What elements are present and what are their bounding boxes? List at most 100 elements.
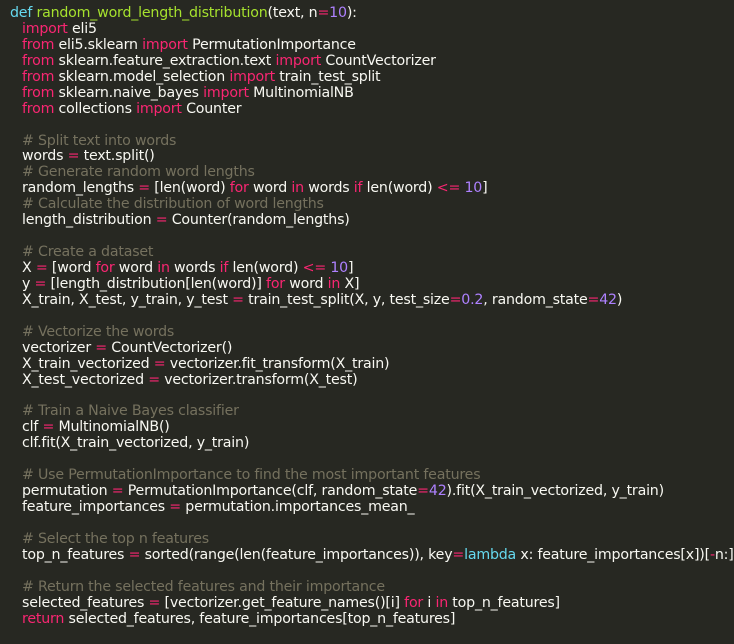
code-comment: # Split text into words <box>22 132 177 149</box>
code-token: CountVectorizer <box>321 52 436 69</box>
code-token: x: feature_importances[x])[ <box>516 546 710 563</box>
code-token: from <box>22 36 55 53</box>
code-token: import <box>229 68 275 85</box>
code-token: word <box>114 260 158 276</box>
code-editor[interactable]: def random_word_length_distribution(text… <box>0 0 734 644</box>
code-token: from <box>22 100 55 117</box>
code-token: in <box>327 275 341 292</box>
code-token: sklearn.naive_bayes <box>54 84 204 101</box>
code-line: selected_features = [vectorizer.get_feat… <box>10 594 734 612</box>
code-token: train_test_split <box>275 68 381 85</box>
code-line: X = [word for word in words if len(word)… <box>10 260 734 277</box>
code-token: in <box>435 594 448 611</box>
code-token: <= <box>436 180 461 197</box>
code-token: <= <box>302 260 327 276</box>
code-line: def random_word_length_distribution(text… <box>10 5 734 22</box>
code-line: from collections import Counter <box>10 100 734 118</box>
code-token: ): <box>346 5 357 21</box>
code-token: words <box>303 180 354 197</box>
code-token: text.split() <box>79 148 155 165</box>
code-token: if <box>219 260 229 276</box>
code-line: X_test_vectorized = vectorizer.transform… <box>10 371 734 389</box>
code-token: vectorizer <box>22 339 96 356</box>
code-token: = <box>138 180 150 197</box>
code-token: = <box>317 5 330 21</box>
code-token: = <box>35 260 48 276</box>
code-comment: # Use PermutationImportance to find the … <box>22 467 481 484</box>
code-token: import <box>136 100 182 117</box>
code-comment: # Select the top n features <box>22 530 209 547</box>
code-token: CountVectorizer() <box>106 339 233 356</box>
code-line: feature_importances = permutation.import… <box>10 499 734 516</box>
code-comment: # Train a Naive Bayes classifier <box>22 403 239 420</box>
code-line: # Calculate the distribution of word len… <box>10 196 734 213</box>
code-token: = <box>232 291 244 308</box>
code-token: X_test_vectorized <box>22 371 149 388</box>
code-token: = <box>148 594 161 611</box>
code-token: selected_features, feature_importances[t… <box>64 610 456 627</box>
code-token: ] <box>482 180 488 197</box>
code-token: import <box>203 84 249 101</box>
code-token: = <box>169 499 181 516</box>
code-token: clf.fit(X_train_vectorized, y_train) <box>22 435 250 452</box>
code-token: X_train, X_test, y_train, y_test <box>22 291 233 308</box>
code-token: word <box>248 180 292 197</box>
code-token: (text, n <box>267 5 318 21</box>
code-token: 10 <box>464 180 483 197</box>
code-token: def <box>10 5 33 21</box>
code-token: = <box>449 291 462 308</box>
code-token: ) <box>616 291 623 308</box>
code-token: X <box>22 260 36 276</box>
code-token: words <box>169 260 220 276</box>
code-token: PermutationImportance <box>187 36 356 53</box>
code-token: from <box>22 68 55 85</box>
code-token: 42 <box>599 291 617 308</box>
code-line: # Select the top n features <box>10 530 734 548</box>
code-comment: # Return the selected features and their… <box>22 578 385 595</box>
code-token: random_word_length_distribution <box>36 5 268 21</box>
code-token: 0.2 <box>461 291 484 308</box>
code-token: import <box>142 36 188 53</box>
code-token: top_n_features <box>22 546 129 563</box>
code-line: X_train_vectorized = vectorizer.fit_tran… <box>10 355 734 373</box>
code-line: words = text.split() <box>10 148 734 165</box>
code-token: return <box>22 610 65 627</box>
code-token: sorted(range(len(feature_importances)), … <box>140 546 453 563</box>
code-token: eli5.sklearn <box>54 36 143 53</box>
code-token: Counter <box>181 100 242 117</box>
code-token: collections <box>54 100 137 117</box>
code-line: clf = MultinomialNB() <box>10 419 734 436</box>
code-line: # Split text into words <box>10 132 734 150</box>
code-token: 42 <box>428 483 447 500</box>
code-token: permutation <box>22 483 112 500</box>
code-line: vectorizer = CountVectorizer() <box>10 339 734 357</box>
code-token: MultinomialNB() <box>54 419 170 436</box>
code-line: # Train a Naive Bayes classifier <box>10 403 734 420</box>
code-token: train_test_split(X, y, test_size <box>243 291 450 308</box>
code-token: = <box>95 339 107 356</box>
code-token: , random_state <box>483 291 588 308</box>
code-line: from sklearn.naive_bayes import Multinom… <box>10 84 734 102</box>
code-token: eli5 <box>67 20 97 37</box>
code-token: y <box>22 275 35 292</box>
code-token: for <box>266 275 285 292</box>
code-token: X_train_vectorized <box>22 355 154 372</box>
code-token: from <box>22 84 55 101</box>
code-token: [length_distribution[len(word)] <box>46 275 267 292</box>
code-token: vectorizer.transform(X_test) <box>159 371 358 388</box>
code-token: = <box>42 419 55 436</box>
code-token: sklearn.feature_extraction.text <box>54 52 276 69</box>
code-token: PermutationImportance(clf, random_state <box>123 483 418 500</box>
code-token: in <box>291 180 304 197</box>
code-comment: # Vectorize the words <box>22 323 175 340</box>
code-token: = <box>587 291 600 308</box>
code-token: X] <box>340 275 360 292</box>
code-token: [len(word) <box>149 180 230 197</box>
code-token: len(word) <box>362 180 437 197</box>
code-comment: # Generate random word lengths <box>22 164 255 181</box>
code-token: [vectorizer.get_feature_names()[i] <box>160 594 405 611</box>
